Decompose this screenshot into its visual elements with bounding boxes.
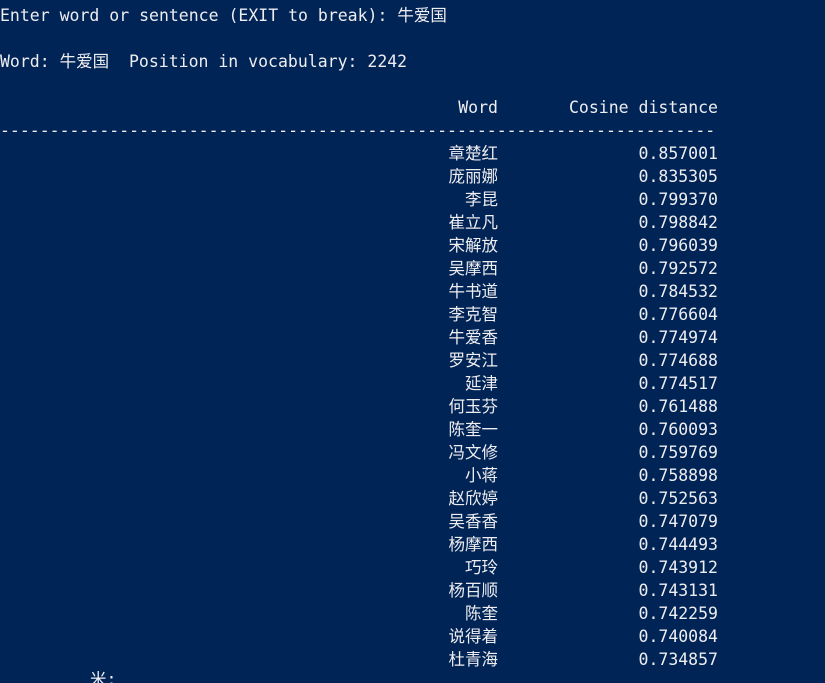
table-row: 延津 0.774517 — [0, 372, 720, 395]
table-row: 李克智 0.776604 — [0, 303, 720, 326]
result-distance: 0.747079 — [638, 512, 718, 531]
prompt-line: Enter word or sentence (EXIT to break): … — [0, 6, 447, 25]
result-distance: 0.796039 — [638, 236, 718, 255]
result-word: 李克智 — [448, 305, 499, 324]
result-word: 章楚红 — [448, 144, 499, 163]
table-row: 小蒋 0.758898 — [0, 464, 720, 487]
result-word: 吴摩西 — [448, 259, 499, 278]
result-word: 冯文修 — [448, 443, 499, 462]
table-row: 陈奎 0.742259 — [0, 602, 720, 625]
word-column-header: Word — [458, 98, 498, 117]
table-row: 庞丽娜 0.835305 — [0, 165, 720, 188]
table-row: 何玉芬 0.761488 — [0, 395, 720, 418]
trailing-line: 米: — [90, 670, 117, 683]
result-distance: 0.857001 — [638, 144, 718, 163]
result-word: 庞丽娜 — [448, 167, 499, 186]
result-distance: 0.835305 — [638, 167, 718, 186]
word-info-line: Word: 牛爱国 Position in vocabulary: 2242 — [0, 52, 408, 71]
result-word: 赵欣婷 — [448, 489, 499, 508]
table-row: 巧玲 0.743912 — [0, 556, 720, 579]
result-distance: 0.743131 — [638, 581, 718, 600]
table-row: 罗安江 0.774688 — [0, 349, 720, 372]
terminal-window[interactable]: Enter word or sentence (EXIT to break): … — [0, 0, 825, 683]
table-row: 崔立凡 0.798842 — [0, 211, 720, 234]
result-distance: 0.792572 — [638, 259, 718, 278]
result-word: 崔立凡 — [448, 213, 499, 232]
result-distance: 0.761488 — [638, 397, 718, 416]
result-distance: 0.799370 — [638, 190, 718, 209]
result-word: 何玉芬 — [448, 397, 499, 416]
result-word: 巧玲 — [465, 558, 498, 577]
result-word: 延津 — [465, 374, 498, 393]
result-distance: 0.744493 — [638, 535, 718, 554]
result-distance: 0.740084 — [638, 627, 718, 646]
table-row: 李昆 0.799370 — [0, 188, 720, 211]
table-row: 说得着 0.740084 — [0, 625, 720, 648]
result-distance: 0.784532 — [638, 282, 718, 301]
result-distance: 0.759769 — [638, 443, 718, 462]
table-row: 吴香香 0.747079 — [0, 510, 720, 533]
result-distance: 0.774974 — [638, 328, 718, 347]
table-row: 牛书道 0.784532 — [0, 280, 720, 303]
result-word: 牛书道 — [448, 282, 499, 301]
table-row: 章楚红 0.857001 — [0, 142, 720, 165]
table-row: 杨摩西 0.744493 — [0, 533, 720, 556]
table-row: 冯文修 0.759769 — [0, 441, 720, 464]
result-word: 李昆 — [465, 190, 498, 209]
result-distance: 0.776604 — [638, 305, 718, 324]
result-word: 杨百顺 — [448, 581, 499, 600]
table-row: 陈奎一 0.760093 — [0, 418, 720, 441]
result-distance: 0.760093 — [638, 420, 718, 439]
table-row: 宋解放 0.796039 — [0, 234, 720, 257]
result-distance: 0.758898 — [638, 466, 718, 485]
result-word: 小蒋 — [465, 466, 498, 485]
distance-column-header: Cosine distance — [568, 98, 718, 117]
result-word: 说得着 — [448, 627, 499, 646]
result-word: 吴香香 — [448, 512, 499, 531]
result-distance: 0.798842 — [638, 213, 718, 232]
result-distance: 0.742259 — [638, 604, 718, 623]
result-distance: 0.774517 — [638, 374, 718, 393]
result-distance: 0.774688 — [638, 351, 718, 370]
result-distance: 0.734857 — [638, 650, 718, 669]
table-row: 吴摩西 0.792572 — [0, 257, 720, 280]
header-rule: ----------------------------------------… — [0, 121, 716, 140]
result-word: 杨摩西 — [448, 535, 499, 554]
result-distance: 0.743912 — [638, 558, 718, 577]
result-word: 杜青海 — [448, 650, 499, 669]
result-word: 陈奎 — [465, 604, 498, 623]
result-word: 陈奎一 — [448, 420, 499, 439]
table-row: 杨百顺 0.743131 — [0, 579, 720, 602]
table-row: 牛爱香 0.774974 — [0, 326, 720, 349]
result-word: 牛爱香 — [448, 328, 499, 347]
result-word: 罗安江 — [448, 351, 499, 370]
result-distance: 0.752563 — [638, 489, 718, 508]
result-word: 宋解放 — [448, 236, 499, 255]
table-row: 赵欣婷 0.752563 — [0, 487, 720, 510]
results-header: Word Cosine distance — [0, 96, 720, 119]
